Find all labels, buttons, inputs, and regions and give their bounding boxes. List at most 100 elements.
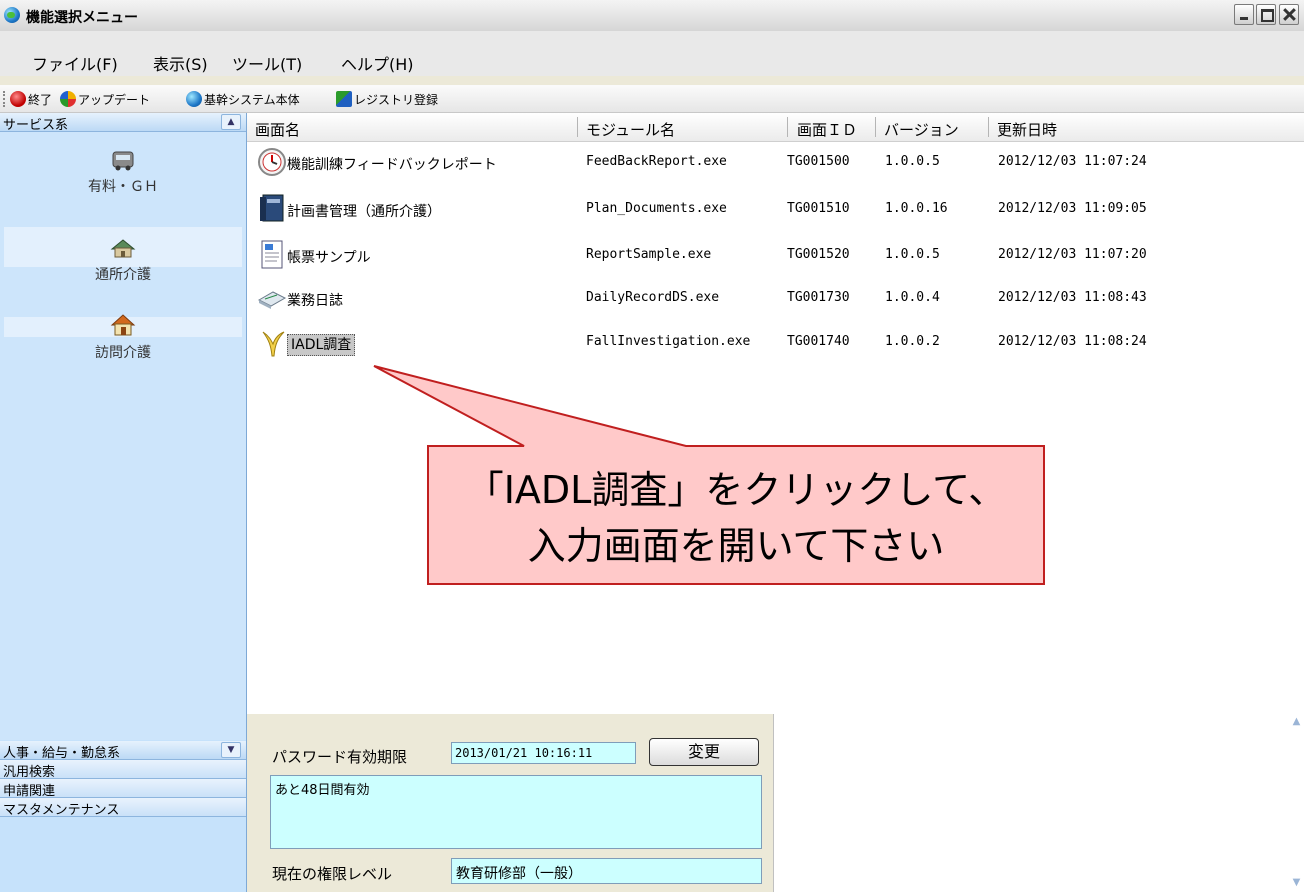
row-updated: 2012/12/03 11:08:24 — [998, 334, 1147, 349]
row-module-name: FeedBackReport.exe — [586, 154, 727, 169]
remaining-days-text: あと48日間有効 — [275, 783, 370, 798]
row-version: 1.0.0.16 — [885, 201, 948, 216]
table-row[interactable]: 計画書管理（通所介護） Plan_Documents.exe TG001510 … — [247, 191, 1304, 228]
row-version: 1.0.0.5 — [885, 154, 940, 169]
house-icon — [110, 314, 136, 336]
menu-help[interactable]: ヘルプ(H) — [341, 51, 414, 75]
row-version: 1.0.0.5 — [885, 247, 940, 262]
registry-label: レジストリ登録 — [354, 92, 439, 107]
sidebar-item-label: マスタメンテナンス — [3, 803, 120, 818]
row-screen-name: 帳票サンプル — [287, 250, 371, 266]
globe-icon — [186, 91, 202, 107]
table-row[interactable]: 業務日誌 DailyRecordDS.exe TG001730 1.0.0.4 … — [247, 280, 1304, 317]
toolbar-grip[interactable] — [3, 91, 8, 107]
menu-file[interactable]: ファイル(F) — [32, 51, 118, 75]
sidebar-item-day-care[interactable]: 通所介護 — [0, 236, 246, 284]
sidebar-item-master[interactable]: マスタメンテナンス — [0, 798, 246, 818]
sidebar-item-applications[interactable]: 申請関連 — [0, 779, 246, 799]
column-divider[interactable] — [988, 117, 989, 137]
row-screen-id: TG001730 — [787, 290, 850, 305]
sidebar-header-label: 人事・給与・勤怠系 — [3, 746, 121, 761]
sidebar-item-home-care[interactable]: 訪問介護 — [0, 312, 246, 362]
update-button[interactable]: アップデート — [60, 89, 150, 109]
function-list: 画面名 モジュール名 画面ＩＤ バージョン 更新日時 機能訓練フィードバックレポ… — [247, 113, 1304, 714]
facility-icon — [110, 239, 136, 258]
column-updated[interactable]: 更新日時 — [997, 119, 1057, 140]
table-row[interactable]: 機能訓練フィードバックレポート FeedBackReport.exe TG001… — [247, 144, 1304, 181]
collapse-down-icon[interactable]: ▼ — [221, 742, 241, 758]
row-screen-id: TG001510 — [787, 201, 850, 216]
password-expiry-value: 2013/01/21 10:16:11 — [455, 746, 593, 760]
auth-level-value: 教育研修部（一般） — [456, 866, 582, 882]
sidebar-service-panel: 有料・ＧＨ 通所介護 訪問介護 — [0, 132, 246, 740]
toolbar: 終了 アップデート 基幹システム本体 レジストリ登録 — [0, 85, 1304, 113]
minimize-button[interactable] — [1234, 4, 1254, 25]
message-area: ▲ ▼ — [773, 714, 1304, 892]
password-expiry-label: パスワード有効期限 — [272, 748, 408, 766]
column-version[interactable]: バージョン — [884, 119, 959, 140]
globe-icon — [4, 7, 20, 23]
remaining-days-box: あと48日間有効 — [270, 775, 762, 849]
row-updated: 2012/12/03 11:07:24 — [998, 154, 1147, 169]
scroll-down-icon[interactable]: ▼ — [1290, 877, 1303, 890]
row-screen-id: TG001520 — [787, 247, 850, 262]
application-window: 機能選択メニュー ファイル(F) 表示(S) ツール(T) ヘルプ(H) 終了 … — [0, 0, 1304, 892]
sidebar-item-label: 汎用検索 — [3, 765, 56, 780]
title-bar: 機能選択メニュー — [0, 0, 1304, 32]
binder-icon — [260, 194, 284, 222]
column-divider[interactable] — [875, 117, 876, 137]
row-updated: 2012/12/03 11:08:43 — [998, 290, 1147, 305]
row-screen-name: IADL調査 — [287, 334, 356, 356]
scroll-up-icon[interactable]: ▲ — [1290, 716, 1303, 729]
callout-line: 「IADL調査」をクリックして、 — [465, 468, 1007, 512]
row-screen-name: 機能訓練フィードバックレポート — [287, 157, 497, 173]
sidebar-item-label: 申請関連 — [3, 784, 56, 799]
exit-button[interactable]: 終了 — [10, 89, 52, 109]
collapse-up-icon[interactable]: ▲ — [221, 114, 241, 130]
sidebar-item-label: 有料・ＧＨ — [88, 179, 158, 195]
status-panel: パスワード有効期限 2013/01/21 10:16:11 変更 あと48日間有… — [247, 714, 1304, 892]
clock-icon — [258, 148, 286, 176]
sidebar: サービス系 ▲ 有料・ＧＨ 通所介護 訪問介護 人事・給与・勤怠系 ▼ 汎用検索… — [0, 113, 247, 892]
banana-peel-icon — [262, 331, 285, 357]
notebook-icon — [257, 291, 287, 309]
update-label: アップデート — [78, 92, 151, 107]
column-screen-name[interactable]: 画面名 — [255, 119, 300, 140]
column-divider[interactable] — [787, 117, 788, 137]
sidebar-item-label: 通所介護 — [95, 267, 151, 283]
menu-tools[interactable]: ツール(T) — [232, 51, 302, 75]
row-updated: 2012/12/03 11:07:20 — [998, 247, 1147, 262]
column-header: 画面名 モジュール名 画面ＩＤ バージョン 更新日時 — [247, 113, 1304, 142]
menu-bar: ファイル(F) 表示(S) ツール(T) ヘルプ(H) — [0, 31, 1304, 76]
row-updated: 2012/12/03 11:09:05 — [998, 201, 1147, 216]
table-row-selected[interactable]: IADL調査 FallInvestigation.exe TG001740 1.… — [247, 324, 1304, 361]
column-module-name[interactable]: モジュール名 — [586, 119, 675, 140]
row-module-name: ReportSample.exe — [586, 247, 712, 262]
close-button[interactable] — [1279, 4, 1299, 25]
sidebar-header-hr[interactable]: 人事・給与・勤怠系 ▼ — [0, 741, 246, 761]
sidebar-header-label: サービス系 — [3, 118, 69, 133]
row-screen-id: TG001500 — [787, 154, 850, 169]
change-password-button[interactable]: 変更 — [649, 738, 759, 766]
sidebar-item-paid-gh[interactable]: 有料・ＧＨ — [0, 148, 246, 196]
row-module-name: Plan_Documents.exe — [586, 201, 727, 216]
password-expiry-field: 2013/01/21 10:16:11 — [451, 742, 636, 764]
registry-button[interactable]: レジストリ登録 — [336, 89, 438, 109]
menu-view[interactable]: 表示(S) — [153, 51, 208, 75]
row-version: 1.0.0.2 — [885, 334, 940, 349]
column-screen-id[interactable]: 画面ＩＤ — [797, 119, 857, 140]
document-icon — [261, 240, 283, 269]
sidebar-item-search[interactable]: 汎用検索 — [0, 760, 246, 780]
column-divider[interactable] — [577, 117, 578, 137]
sidebar-item-label: 訪問介護 — [95, 345, 151, 361]
auth-level-label: 現在の権限レベル — [272, 865, 393, 883]
exit-label: 終了 — [28, 92, 53, 107]
maximize-button[interactable] — [1256, 4, 1276, 25]
core-system-button[interactable]: 基幹システム本体 — [186, 89, 300, 109]
window-title: 機能選択メニュー — [26, 10, 138, 26]
callout-line: 入力画面を開いて下さい — [527, 524, 945, 568]
table-row[interactable]: 帳票サンプル ReportSample.exe TG001520 1.0.0.5… — [247, 237, 1304, 274]
registry-icon — [336, 91, 352, 107]
row-module-name: FallInvestigation.exe — [586, 334, 751, 349]
sidebar-header-service[interactable]: サービス系 ▲ — [0, 113, 246, 133]
